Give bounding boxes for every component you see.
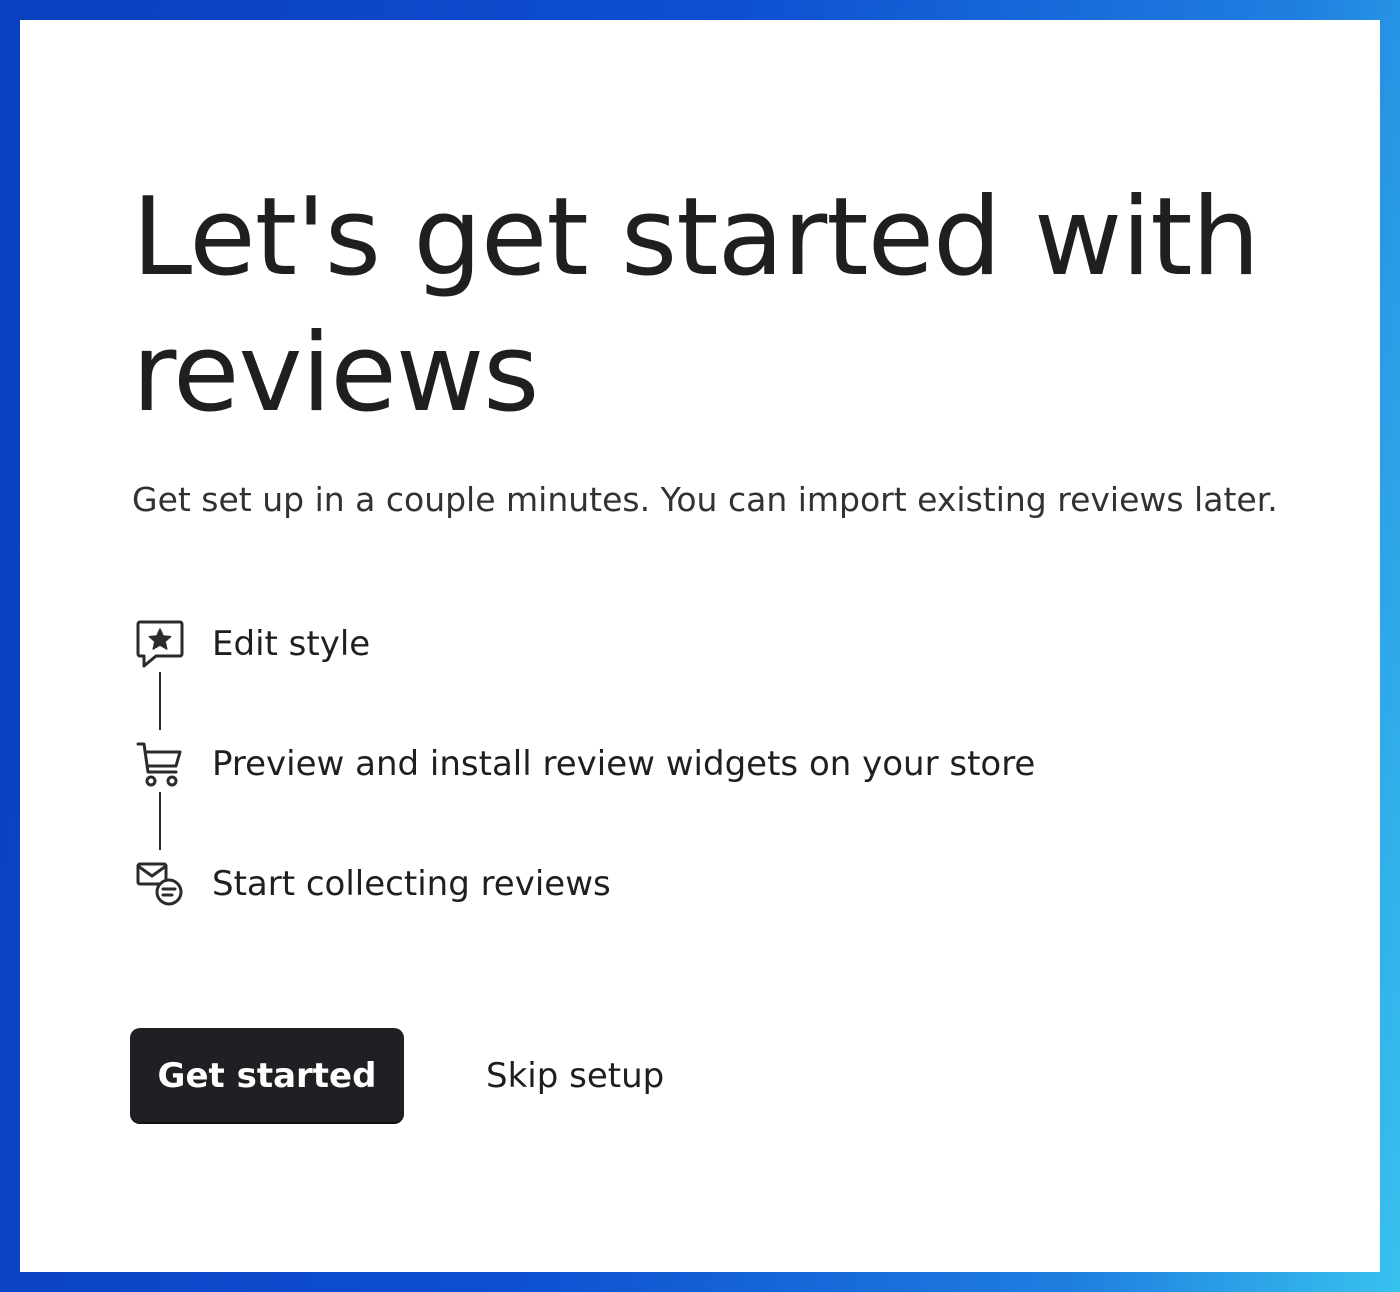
skip-setup-button[interactable]: Skip setup [474, 1046, 676, 1106]
step-preview-install: Preview and install review widgets on yo… [132, 736, 1035, 792]
step-label: Start collecting reviews [212, 864, 611, 904]
step-label: Preview and install review widgets on yo… [212, 744, 1036, 784]
action-bar: Get started Skip setup [130, 1028, 676, 1124]
step-start-collecting: Start collecting reviews [132, 856, 611, 912]
step-connector [159, 792, 161, 850]
step-connector [159, 672, 161, 730]
step-label: Edit style [212, 624, 371, 664]
page-title: Let's get started with reviews [132, 175, 1260, 436]
setup-steps: Edit style Preview and install review wi… [132, 616, 1232, 916]
cart-icon [132, 736, 188, 792]
step-edit-style: Edit style [132, 616, 370, 672]
review-star-chat-icon [132, 616, 188, 672]
get-started-button[interactable]: Get started [130, 1028, 404, 1124]
onboarding-card: Let's get started with reviews Get set u… [20, 20, 1380, 1272]
email-chat-icon [132, 856, 188, 912]
page-subtitle: Get set up in a couple minutes. You can … [132, 480, 1278, 519]
